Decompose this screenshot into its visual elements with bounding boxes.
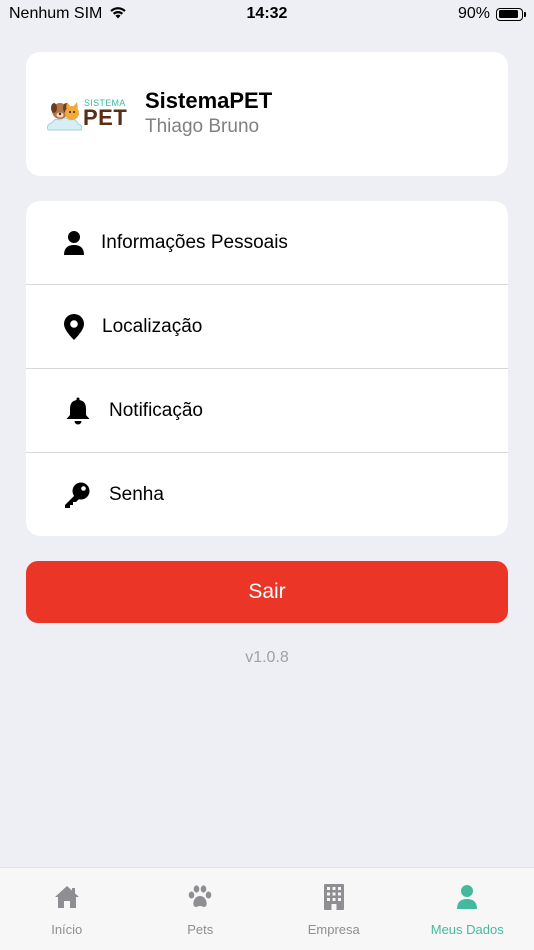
- menu-item-label: Notificação: [109, 399, 203, 421]
- status-left: Nenhum SIM: [9, 4, 128, 25]
- tab-label: Início: [51, 922, 83, 937]
- app-version: v1.0.8: [245, 649, 289, 666]
- tab-label: Pets: [187, 922, 214, 937]
- profile-card: SISTEMA PET SistemaPET Thiago Bruno: [26, 52, 508, 176]
- menu-item-notifications[interactable]: Notificação: [26, 369, 508, 453]
- sistemapet-logo: SISTEMA PET: [46, 94, 130, 134]
- carrier-label: Nenhum SIM: [9, 5, 103, 22]
- logout-button[interactable]: Sair: [26, 561, 508, 623]
- menu-item-location[interactable]: Localização: [26, 285, 508, 369]
- tab-pets[interactable]: Pets: [134, 868, 268, 950]
- tab-inicio[interactable]: Início: [0, 868, 134, 950]
- menu-item-label: Localização: [102, 315, 203, 337]
- tab-meus-dados[interactable]: Meus Dados: [401, 868, 534, 950]
- wifi-icon: [108, 4, 128, 25]
- menu-item-personal-info[interactable]: Informações Pessoais: [26, 201, 508, 285]
- status-bar: Nenhum SIM 14:32 90%: [0, 0, 534, 28]
- menu-item-password[interactable]: Senha: [26, 453, 508, 536]
- paw-icon: [187, 884, 213, 910]
- user-name: Thiago Bruno: [145, 116, 260, 137]
- home-icon: [54, 884, 80, 910]
- bell-icon: [61, 394, 95, 428]
- battery-icon: [496, 7, 526, 21]
- tab-label: Empresa: [307, 922, 360, 937]
- tab-label: Meus Dados: [430, 922, 504, 937]
- menu-item-label: Informações Pessoais: [101, 231, 288, 253]
- user-icon: [57, 226, 91, 260]
- location-pin-icon: [57, 310, 91, 344]
- battery-percent: 90%: [457, 5, 490, 22]
- status-right: 90%: [458, 5, 526, 23]
- menu-item-label: Senha: [109, 484, 164, 505]
- key-icon: [60, 478, 94, 512]
- settings-menu: Informações Pessoais Localização Notific…: [26, 201, 508, 536]
- app-name: SistemaPET: [145, 88, 273, 113]
- building-icon: [321, 884, 347, 910]
- profile-info: SistemaPET Thiago Bruno: [145, 88, 272, 140]
- tab-bar: Início Pets Empresa Meus Dados: [0, 867, 534, 950]
- tab-empresa[interactable]: Empresa: [267, 868, 401, 950]
- user-icon: [454, 884, 480, 910]
